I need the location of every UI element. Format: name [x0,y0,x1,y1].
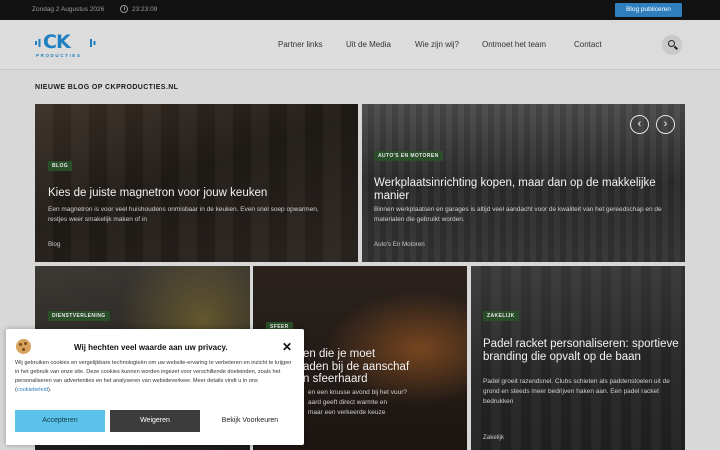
card-title[interactable]: en die je moet aden bij de aanschaf n sf… [303,348,463,386]
card-excerpt: Een magnetron is voor veel huishoudens o… [48,206,319,223]
category-badge[interactable]: Zakelijk [483,311,519,321]
slider-next-button[interactable]: › [656,115,675,134]
close-icon[interactable]: ✕ [282,340,292,354]
cookie-body: Wij gebruiken cookies en vergelijkbare t… [15,360,292,393]
nav-contact[interactable]: Contact [574,40,602,49]
category-badge[interactable]: Dienstverlening [48,311,110,321]
card-excerpt: Binnen werkplaatsen en garages is altijd… [374,206,662,223]
cookie-icon [16,339,31,354]
slider-prev-button[interactable]: ‹ [630,115,649,134]
cookie-heading: Wij hechten veel waarde aan uw privacy. [74,343,228,352]
clock-icon [120,5,128,13]
blog-card-werkplaats[interactable]: Auto's en Motoren Werkplaatsinrichting k… [362,104,685,262]
current-date: Zondag 2 Augustus 2026 [32,6,105,13]
blog-card-padel[interactable]: Zakelijk Padel racket personaliseren: sp… [471,266,685,450]
category-badge[interactable]: Auto's en Motoren [374,151,443,161]
accept-button[interactable]: Accepteren [15,410,105,432]
nav-ontmoet-het-team[interactable]: Ontmoet het team [482,40,546,49]
category-badge[interactable]: Blog [48,161,73,171]
logo-wordmark: CK [43,31,71,53]
current-time: 23:23:09 [132,6,158,13]
card-excerpt: Padel groeit razendsnel. Clubs schieten … [483,378,670,405]
search-button[interactable] [662,35,682,55]
card-title[interactable]: Kies de juiste magnetron voor jouw keuke… [48,187,338,200]
blog-card-magnetron[interactable]: Blog Kies de juiste magnetron voor jouw … [35,104,358,262]
nav-wie-zijn-wij[interactable]: Wie zijn wij? [415,40,459,49]
nav-partner-links[interactable]: Partner links [278,40,322,49]
card-excerpt: en een knusse avond bij het vuur? aard g… [308,389,408,416]
site-header: CK PRODUCTIES Partner links Uit de Media… [0,20,720,70]
site-logo[interactable]: CK PRODUCTIES [35,31,100,61]
nav-uit-de-media[interactable]: Uit de Media [346,40,391,49]
decline-button[interactable]: Weigeren [110,410,200,432]
card-category[interactable]: Zakelijk [483,434,504,441]
publish-blog-button[interactable]: Blog publiceren [615,3,682,17]
cookie-consent-modal: Wij hechten veel waarde aan uw privacy. … [6,329,304,445]
top-bar: Zondag 2 Augustus 2026 23:23:09 Blog pub… [0,0,720,20]
view-preferences-button[interactable]: Bekijk Voorkeuren [205,410,295,432]
card-category[interactable]: Blog [48,241,60,248]
logo-subtitle: PRODUCTIES [36,53,82,58]
card-title[interactable]: Werkplaatsinrichting kopen, maar dan op … [374,177,669,202]
cookie-policy-link[interactable]: cookiebeleid [17,387,48,393]
card-title[interactable]: Padel racket personaliseren: sportieve b… [483,338,679,363]
card-category[interactable]: Auto's En Motoren [374,241,425,248]
section-title: NIEUWE BLOG OP CKPRODUCTIES.NL [35,84,179,91]
